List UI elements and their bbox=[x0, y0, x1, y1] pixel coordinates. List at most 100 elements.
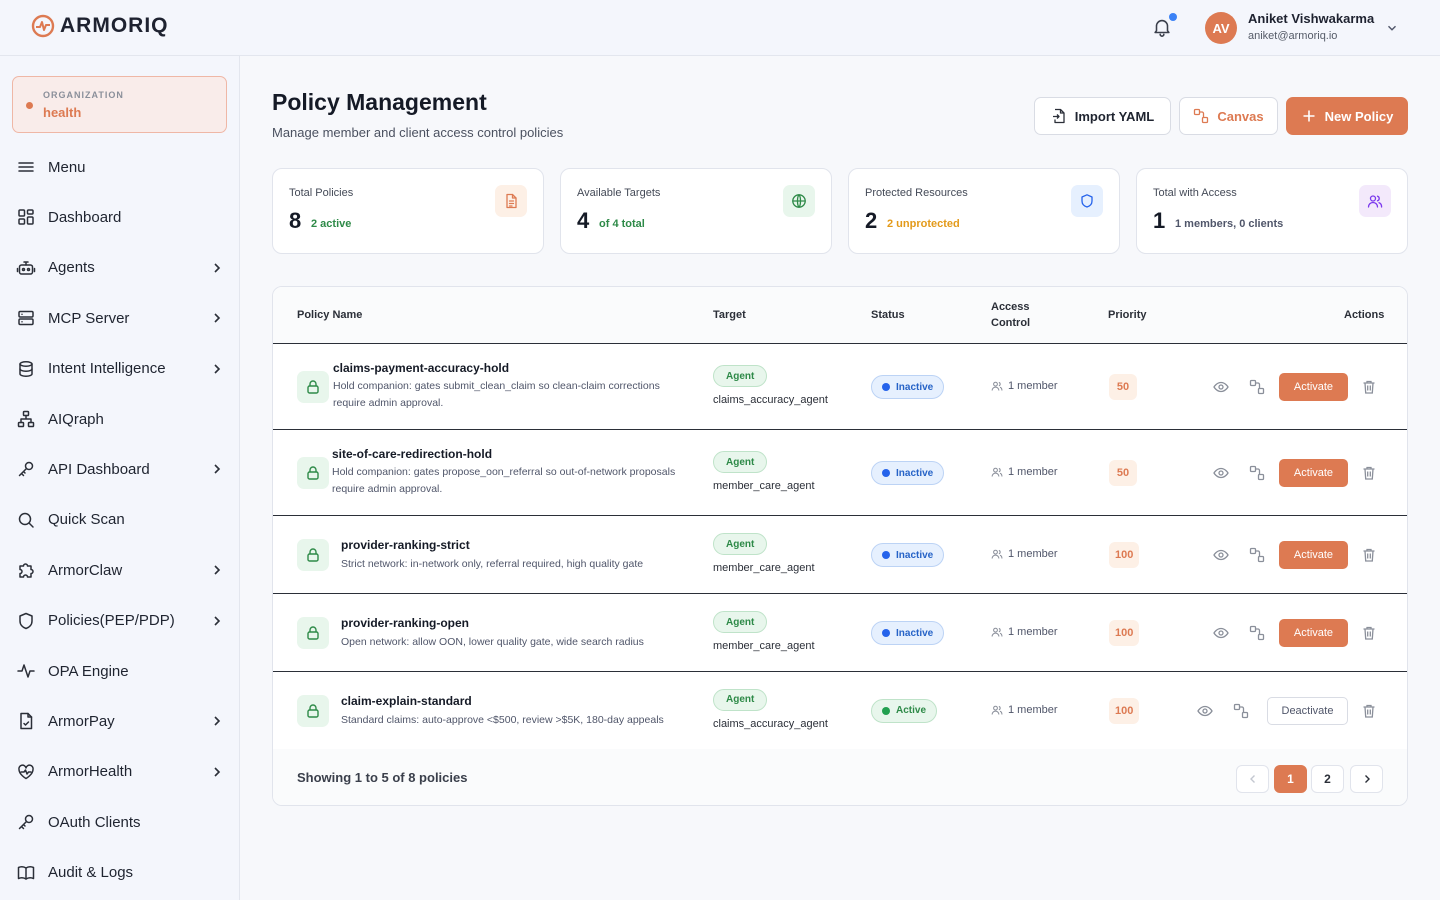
access-control: 1 member bbox=[991, 380, 1058, 392]
table-row[interactable]: site-of-care-redirection-hold Hold compan… bbox=[273, 430, 1407, 516]
import-yaml-button[interactable]: Import YAML bbox=[1034, 97, 1171, 135]
sidebar-item-aiqraph[interactable]: AIQraph bbox=[16, 404, 224, 434]
sidebar-item-oauth-clients[interactable]: OAuth Clients bbox=[16, 807, 224, 837]
sidebar-item-api-dashboard[interactable]: API Dashboard bbox=[16, 454, 224, 484]
stat-icon-box bbox=[495, 185, 527, 217]
stat-label: Total Policies bbox=[289, 187, 354, 199]
activity-icon bbox=[17, 664, 35, 678]
page-button-1[interactable]: 1 bbox=[1274, 765, 1307, 793]
policy-name[interactable]: claims-payment-accuracy-hold bbox=[333, 361, 509, 375]
sidebar-item-armorclaw[interactable]: ArmorClaw bbox=[16, 555, 224, 585]
column-header-policy-name[interactable]: Policy Name bbox=[297, 307, 362, 323]
sidebar-item-menu[interactable]: Menu bbox=[16, 152, 224, 182]
target-type-badge: Agent bbox=[713, 365, 768, 387]
organization-selector[interactable]: ORGANIZATION health bbox=[12, 76, 227, 133]
page-button-2[interactable]: 2 bbox=[1311, 765, 1344, 793]
status-label: Inactive bbox=[896, 381, 934, 393]
file-import-icon bbox=[1052, 108, 1065, 124]
previous-page-button[interactable] bbox=[1236, 765, 1269, 793]
status-label: Inactive bbox=[896, 549, 934, 561]
policy-name[interactable]: provider-ranking-strict bbox=[341, 538, 470, 552]
sidebar-item-quick-scan[interactable]: Quick Scan bbox=[16, 505, 224, 535]
column-header-access-line2: Control bbox=[991, 317, 1031, 329]
sidebar-item-label: Dashboard bbox=[48, 208, 122, 226]
chevron-down-icon[interactable] bbox=[1385, 21, 1399, 35]
policy-description: Standard claims: auto-approve <$500, rev… bbox=[341, 713, 664, 726]
table-row[interactable]: claims-payment-accuracy-hold Hold compani… bbox=[273, 344, 1407, 430]
workflow-icon[interactable] bbox=[1249, 379, 1265, 395]
sidebar-item-armorpay[interactable]: ArmorPay bbox=[16, 706, 224, 736]
eye-icon[interactable] bbox=[1213, 465, 1229, 481]
policy-description: Open network: allow OON, lower quality g… bbox=[341, 636, 644, 648]
sidebar-item-intent-intelligence[interactable]: Intent Intelligence bbox=[16, 354, 224, 384]
target-name: member_care_agent bbox=[713, 562, 815, 574]
trash-icon[interactable] bbox=[1361, 625, 1377, 641]
sidebar-item-mcp-server[interactable]: MCP Server bbox=[16, 303, 224, 333]
table-row[interactable]: claim-explain-standard Standard claims: a… bbox=[273, 672, 1407, 749]
heart-pulse-icon bbox=[18, 764, 34, 780]
sidebar-item-audit-logs[interactable]: Audit & Logs bbox=[16, 858, 224, 888]
workflow-icon[interactable] bbox=[1249, 625, 1265, 641]
column-header-status[interactable]: Status bbox=[871, 307, 905, 323]
activate-button[interactable]: Activate bbox=[1279, 459, 1348, 487]
trash-icon[interactable] bbox=[1361, 465, 1377, 481]
policy-name[interactable]: claim-explain-standard bbox=[341, 694, 472, 708]
stat-card-available-targets: Available Targets 4 of 4 total bbox=[560, 168, 832, 254]
status-badge: Inactive bbox=[871, 375, 945, 399]
canvas-button[interactable]: Canvas bbox=[1179, 97, 1278, 135]
stat-label: Available Targets bbox=[577, 187, 661, 199]
chevron-right-icon bbox=[214, 616, 221, 626]
shield-icon bbox=[1081, 194, 1093, 208]
table-row[interactable]: provider-ranking-open Open network: allow… bbox=[273, 594, 1407, 672]
activate-button[interactable]: Activate bbox=[1279, 373, 1348, 401]
workflow-icon[interactable] bbox=[1249, 547, 1265, 563]
next-page-button[interactable] bbox=[1350, 765, 1383, 793]
eye-icon[interactable] bbox=[1213, 379, 1229, 395]
new-policy-button[interactable]: New Policy bbox=[1286, 97, 1408, 135]
policy-name[interactable]: site-of-care-redirection-hold bbox=[332, 447, 492, 461]
eye-icon[interactable] bbox=[1197, 703, 1213, 719]
workflow-icon[interactable] bbox=[1249, 465, 1265, 481]
activate-button[interactable]: Activate bbox=[1279, 619, 1348, 647]
trash-icon[interactable] bbox=[1361, 703, 1377, 719]
column-header-priority[interactable]: Priority bbox=[1108, 307, 1147, 323]
sidebar-item-label: Audit & Logs bbox=[48, 864, 134, 882]
sidebar-item-label: ArmorPay bbox=[48, 712, 115, 730]
chevron-right-icon bbox=[214, 767, 221, 777]
pagination-summary: Showing 1 to 5 of 8 policies bbox=[297, 770, 468, 785]
sidebar-item-policies-pep-pdp[interactable]: Policies(PEP/PDP) bbox=[16, 606, 224, 636]
target-name: member_care_agent bbox=[713, 480, 815, 492]
payment-file-icon bbox=[20, 713, 33, 730]
sidebar-item-opa-engine[interactable]: OPA Engine bbox=[16, 656, 224, 686]
sidebar-item-armorhealth[interactable]: ArmorHealth bbox=[16, 757, 224, 787]
logo[interactable]: ARMORIQ bbox=[31, 14, 169, 38]
trash-icon[interactable] bbox=[1361, 379, 1377, 395]
activate-button[interactable]: Activate bbox=[1279, 541, 1348, 569]
sidebar-item-agents[interactable]: Agents bbox=[16, 253, 224, 283]
sidebar-item-dashboard[interactable]: Dashboard bbox=[16, 202, 224, 232]
avatar[interactable]: AV bbox=[1205, 12, 1237, 44]
stat-value: 2 bbox=[865, 208, 878, 233]
priority-badge: 100 bbox=[1109, 542, 1140, 568]
lock-icon-box bbox=[297, 617, 329, 649]
column-header-target[interactable]: Target bbox=[713, 307, 746, 323]
chevron-right-icon bbox=[214, 565, 221, 575]
access-label: 1 member bbox=[1008, 466, 1058, 478]
deactivate-button[interactable]: Deactivate bbox=[1267, 696, 1348, 725]
target-type-badge: Agent bbox=[713, 688, 768, 711]
status-label: Active bbox=[896, 705, 927, 716]
eye-icon[interactable] bbox=[1213, 625, 1229, 641]
workflow-icon[interactable] bbox=[1233, 703, 1249, 719]
target-type-badge: Agent bbox=[713, 451, 768, 473]
policy-description: Strict network: in-network only, referra… bbox=[341, 558, 644, 570]
status-dot bbox=[882, 469, 890, 477]
database-icon bbox=[19, 360, 33, 377]
policy-name[interactable]: provider-ranking-open bbox=[341, 616, 469, 630]
user-name[interactable]: Aniket Vishwakarma bbox=[1248, 11, 1374, 26]
shield-icon bbox=[19, 612, 33, 629]
table-row[interactable]: provider-ranking-strict Strict network: i… bbox=[273, 516, 1407, 594]
eye-icon[interactable] bbox=[1213, 547, 1229, 563]
trash-icon[interactable] bbox=[1361, 547, 1377, 563]
status-dot bbox=[882, 706, 890, 715]
column-header-access-control[interactable]: Access Control bbox=[991, 299, 1030, 331]
